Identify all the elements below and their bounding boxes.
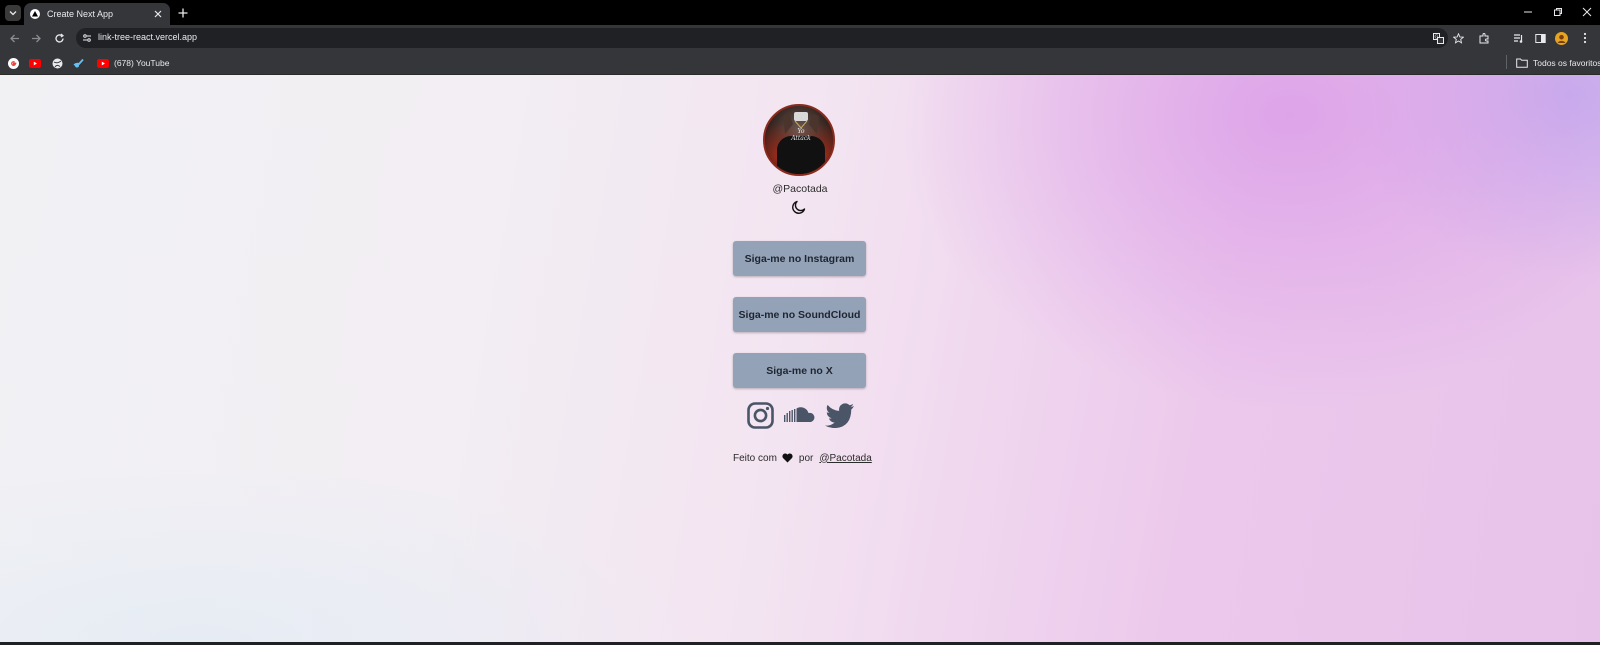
media-icon [1513, 33, 1522, 43]
triangle-icon [30, 9, 40, 19]
reload-button[interactable] [52, 31, 66, 45]
instagram-link-button[interactable]: Siga-me no Instagram [733, 241, 866, 276]
tab-title: Create Next App [47, 9, 114, 19]
browser-toolbar: link-tree-react.vercel.app G [0, 25, 1600, 51]
minimize-button[interactable] [1521, 5, 1535, 19]
browser-titlebar: Create Next App [0, 0, 1600, 25]
translate-icon[interactable]: G [1432, 32, 1444, 44]
profile-button[interactable] [1554, 31, 1568, 45]
minimize-icon [1524, 11, 1532, 13]
youtube-icon [97, 57, 109, 69]
all-bookmarks-button[interactable]: Todos os favoritos [1516, 56, 1600, 70]
svg-text:G: G [1434, 34, 1438, 40]
footer-prefix: Feito com [733, 452, 777, 464]
more-vert-icon [1583, 32, 1587, 44]
restore-button[interactable] [1551, 5, 1565, 19]
footer-middle: por [798, 452, 814, 464]
steam-icon [73, 57, 85, 69]
side-panel-icon [1534, 33, 1546, 43]
bookmark-label: (678) YouTube [114, 58, 170, 68]
globe-icon [51, 57, 63, 69]
bookmark-star-icon[interactable] [1452, 32, 1464, 44]
forward-button[interactable] [29, 31, 43, 45]
puzzle-icon [1479, 32, 1488, 43]
soundcloud-link-button[interactable]: Siga-me no SoundCloud [733, 297, 866, 332]
bookmark-globe[interactable] [51, 56, 63, 70]
footer-author-link[interactable]: @Pacotada [819, 453, 871, 464]
browser-tab-active[interactable]: Create Next App [24, 3, 170, 25]
bookmark-steam[interactable] [73, 56, 85, 70]
heart-icon [782, 453, 793, 464]
restore-icon [1554, 8, 1562, 16]
page-background: Yo Attack @Pacotada Siga-me no Instagram… [0, 75, 1600, 645]
close-icon [1582, 7, 1592, 17]
x-link-button[interactable]: Siga-me no X [733, 353, 866, 388]
google-icon [7, 57, 19, 69]
tab-search-button[interactable] [5, 5, 21, 21]
url-text: link-tree-react.vercel.app [98, 32, 198, 42]
bookmarks-bar: (678) YouTube Todos os favoritos [0, 51, 1600, 75]
back-button[interactable] [7, 31, 21, 45]
all-bookmarks-label: Todos os favoritos [1533, 58, 1600, 68]
plus-icon [178, 8, 188, 18]
profile-username: @Pacotada [772, 183, 828, 195]
folder-icon [1516, 57, 1528, 69]
site-info-icon[interactable] [81, 32, 93, 44]
instagram-icon[interactable] [746, 401, 774, 429]
bookmarks-separator [1506, 55, 1507, 69]
avatar: Yo Attack [763, 104, 835, 176]
soundcloud-icon[interactable] [784, 401, 816, 429]
bookmark-youtube-counter[interactable]: (678) YouTube [97, 56, 169, 70]
new-tab-button[interactable] [176, 6, 190, 20]
theme-toggle-button[interactable] [791, 199, 807, 215]
menu-button[interactable] [1578, 31, 1592, 45]
chevron-down-icon [9, 11, 17, 16]
avatar-shirt-text: Yo Attack [791, 128, 811, 142]
address-bar[interactable]: link-tree-react.vercel.app G [76, 28, 1464, 48]
side-panel-button[interactable] [1533, 31, 1547, 45]
avatar-icon [1554, 31, 1568, 45]
twitter-icon[interactable] [825, 401, 855, 429]
close-window-button[interactable] [1580, 5, 1594, 19]
youtube-icon [29, 57, 41, 69]
arrow-right-icon [31, 34, 41, 42]
close-tab-icon[interactable] [152, 8, 164, 20]
linktree-content: Yo Attack @Pacotada Siga-me no Instagram… [0, 75, 1600, 645]
avatar-shirt [777, 136, 825, 174]
bookmark-youtube[interactable] [29, 56, 41, 70]
moon-icon [792, 200, 806, 214]
media-control-button[interactable] [1511, 31, 1525, 45]
reload-icon [54, 33, 64, 43]
extensions-button[interactable] [1477, 31, 1491, 45]
footer: Feito com por @Pacotada [733, 451, 872, 465]
arrow-left-icon [9, 34, 19, 42]
bookmark-google[interactable] [7, 56, 19, 70]
